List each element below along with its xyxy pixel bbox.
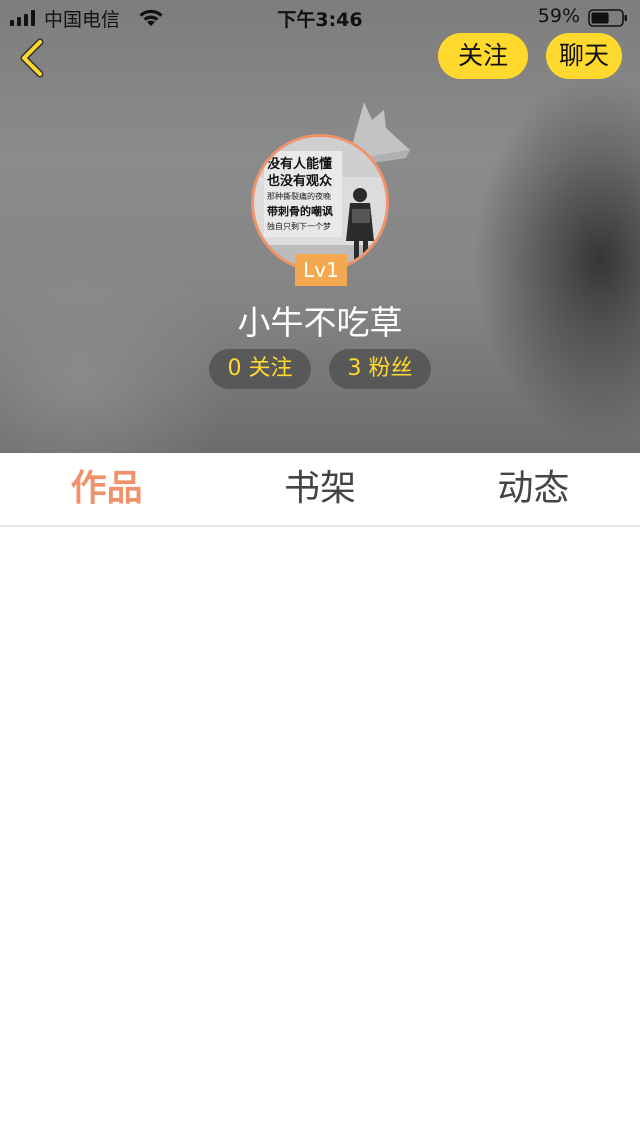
- level-badge: Lv1: [295, 254, 347, 286]
- username: 小牛不吃草: [237, 303, 403, 342]
- follow-button[interactable]: 关注: [438, 33, 528, 79]
- battery-percentage: 59%: [537, 5, 580, 27]
- profile-screen: 中国电信 下午3:46 59% 关注 聊天 没有人能懂 也没有观众 那种撕裂痛的…: [0, 0, 640, 1139]
- avatar[interactable]: 没有人能懂 也没有观众 那种撕裂痛的夜晚 带刺骨的嘲讽 独自只剩下一个梦: [251, 134, 389, 272]
- chat-button[interactable]: 聊天: [546, 33, 622, 79]
- tab-bookshelf[interactable]: 书架: [213, 453, 426, 525]
- back-button[interactable]: [14, 36, 54, 80]
- fans-count[interactable]: 3 粉丝: [329, 349, 431, 389]
- tab-activity[interactable]: 动态: [427, 453, 640, 525]
- tab-bar: 作品 书架 动态: [0, 453, 640, 527]
- following-count[interactable]: 0 关注: [209, 349, 311, 389]
- status-bar: 中国电信 下午3:46 59%: [0, 0, 640, 36]
- tab-content-area: [0, 527, 640, 1139]
- tab-works[interactable]: 作品: [0, 453, 213, 525]
- avatar-text-line: 没有人能懂: [267, 156, 332, 172]
- avatar-text-line: 带刺骨的嘲讽: [267, 204, 333, 218]
- battery-icon: [588, 9, 627, 27]
- profile-header: 中国电信 下午3:46 59% 关注 聊天 没有人能懂 也没有观众 那种撕裂痛的…: [0, 0, 640, 453]
- avatar-image: 没有人能懂 也没有观众 那种撕裂痛的夜晚 带刺骨的嘲讽 独自只剩下一个梦: [254, 137, 386, 269]
- avatar-text-line: 独自只剩下一个梦: [267, 221, 331, 231]
- avatar-text-line: 也没有观众: [267, 173, 332, 189]
- avatar-text-line: 那种撕裂痛的夜晚: [267, 191, 331, 201]
